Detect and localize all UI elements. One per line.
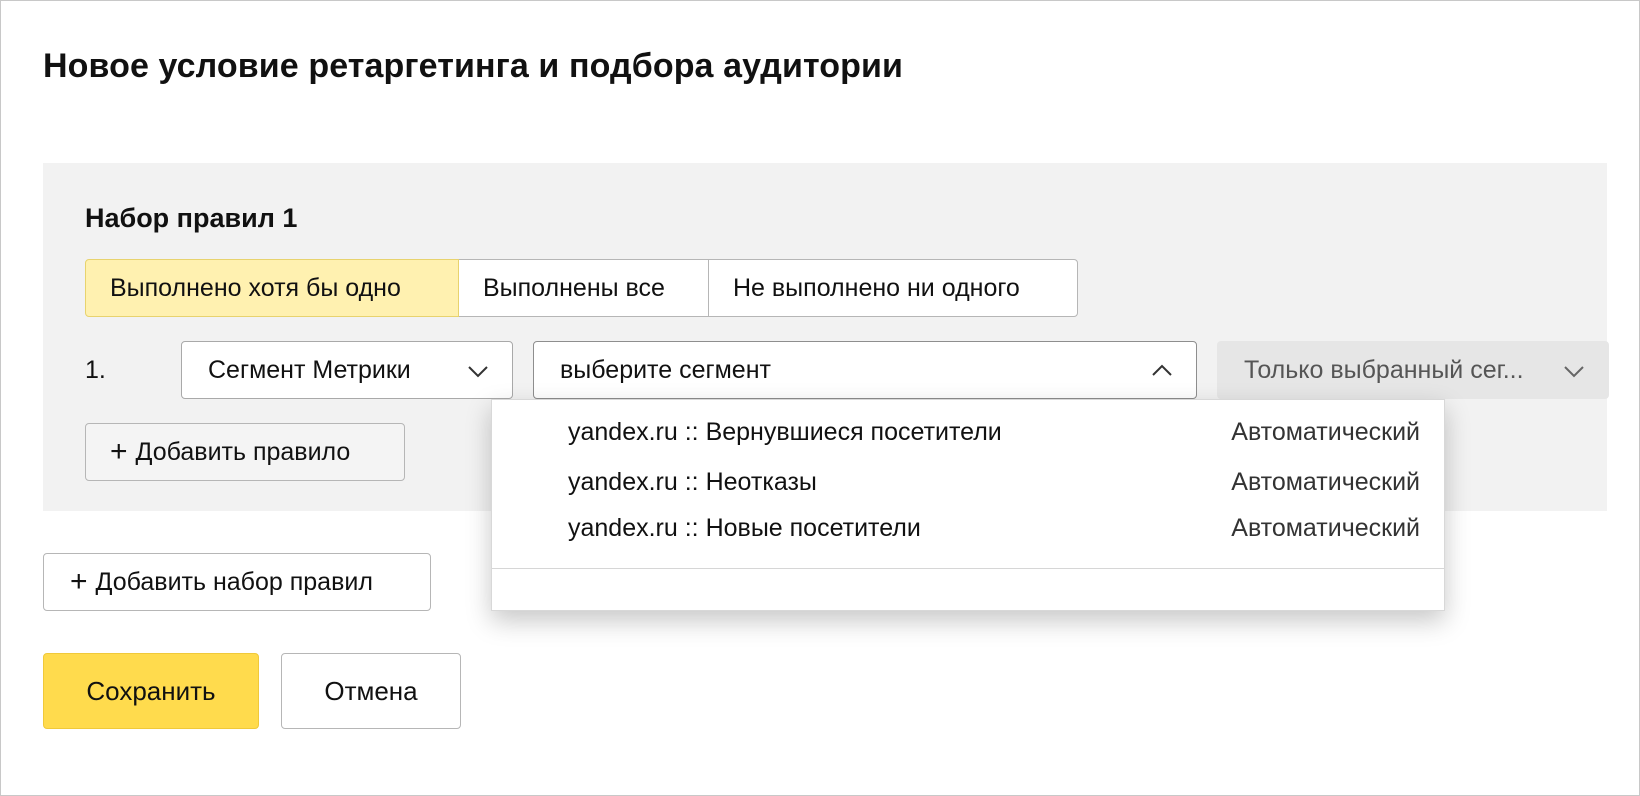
rule-type-select[interactable]: Сегмент Метрики: [181, 341, 513, 399]
mode-all-button[interactable]: Выполнены все: [458, 259, 709, 317]
option-label: yandex.ru :: Вернувшиеся посетители: [568, 418, 1002, 446]
dropdown-option[interactable]: yandex.ru :: Вернувшиеся посетители Авто…: [568, 418, 1420, 458]
add-rule-button[interactable]: + Добавить правило: [85, 423, 405, 481]
ruleset-title: Набор правил 1: [85, 203, 298, 233]
cancel-button[interactable]: Отмена: [281, 653, 461, 729]
page-title: Новое условие ретаргетинга и подбора ауд…: [43, 47, 904, 85]
mode-any-button[interactable]: Выполнено хотя бы одно: [85, 259, 459, 317]
option-kind: Автоматический: [1231, 468, 1420, 496]
dropdown-option[interactable]: yandex.ru :: Новые посетители Автоматиче…: [568, 514, 1420, 554]
match-mode-group: Выполнено хотя бы одно Выполнены все Не …: [85, 259, 1078, 317]
add-ruleset-button[interactable]: + Добавить набор правил: [43, 553, 431, 611]
chevron-down-icon: [468, 366, 488, 378]
dropdown-divider: [492, 568, 1444, 569]
segment-dropdown-menu: yandex.ru :: Вернувшиеся посетители Авто…: [491, 399, 1445, 611]
option-label: yandex.ru :: Неотказы: [568, 468, 817, 496]
option-label: yandex.ru :: Новые посетители: [568, 514, 921, 542]
rule-number: 1.: [85, 356, 106, 384]
chevron-up-icon: [1152, 364, 1172, 376]
segment-scope-value: Только выбранный сег...: [1244, 355, 1524, 384]
plus-icon: +: [110, 435, 128, 468]
add-ruleset-label: Добавить набор правил: [95, 567, 373, 596]
rule-type-value: Сегмент Метрики: [208, 355, 411, 384]
mode-none-button[interactable]: Не выполнено ни одного: [708, 259, 1078, 317]
plus-icon: +: [70, 565, 88, 598]
page-frame: Новое условие ретаргетинга и подбора ауд…: [0, 0, 1640, 796]
rule-row: 1. Сегмент Метрики выберите сегмент Толь…: [85, 341, 1609, 399]
dropdown-option[interactable]: yandex.ru :: Неотказы Автоматический: [568, 468, 1420, 508]
segment-select[interactable]: выберите сегмент: [533, 341, 1197, 399]
add-rule-label: Добавить правило: [135, 437, 351, 466]
save-button[interactable]: Сохранить: [43, 653, 259, 729]
option-kind: Автоматический: [1231, 514, 1420, 542]
segment-scope-select[interactable]: Только выбранный сег...: [1217, 341, 1609, 399]
option-kind: Автоматический: [1231, 418, 1420, 446]
segment-select-placeholder: выберите сегмент: [560, 355, 771, 384]
chevron-down-icon: [1564, 366, 1584, 378]
